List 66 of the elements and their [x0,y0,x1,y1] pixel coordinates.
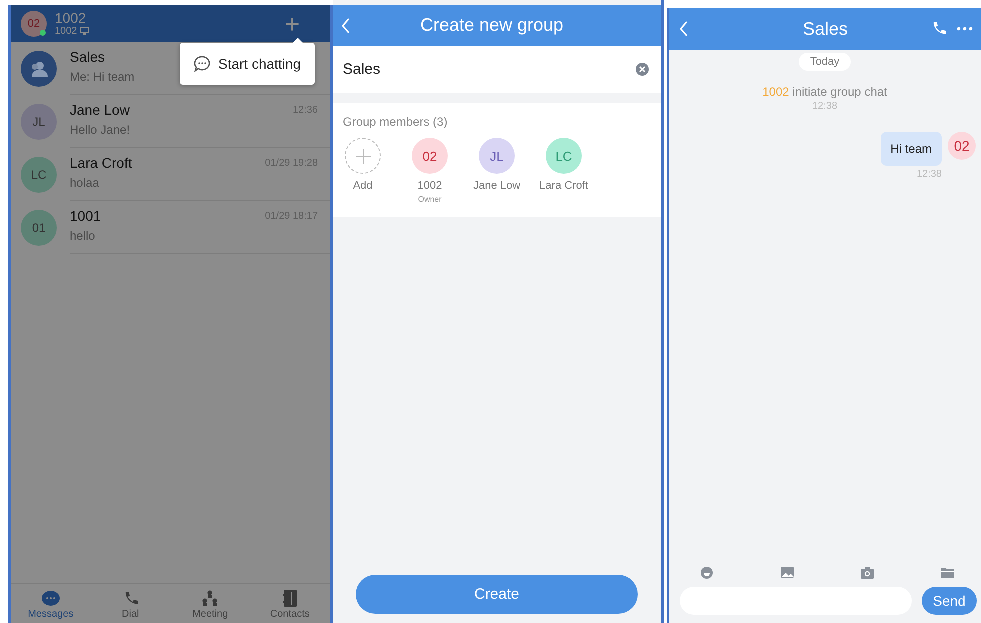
message-time: 12:38 [812,101,838,112]
member-name: Jane Low [473,180,521,192]
chevron-left-icon [341,18,351,34]
message-preview: holaa [70,176,100,190]
add-member-button[interactable] [345,138,381,174]
member-name: Add [353,180,373,192]
people-icon [30,60,48,76]
members-label: Group members (3) [343,115,449,129]
more-icon [957,27,973,31]
popup-label: Start chatting [218,56,301,72]
tab-button[interactable]: Meeting [170,584,250,623]
contact-name: Jane Low [70,102,130,118]
folder-button[interactable] [941,567,954,579]
member-role: Owner [418,195,442,204]
message-bubble: Hi team [880,132,942,166]
chat-bubble-icon [42,591,60,607]
avatar: JL [21,104,57,140]
message-preview: hello [70,229,96,243]
avatar: 02 [948,132,976,160]
avatar: 01 [21,210,57,246]
account-number: 1002 [55,26,78,36]
avatar: LC [546,138,582,174]
chat-title: Sales [802,18,850,40]
avatar: LC [21,156,57,192]
message-time: 12:38 [916,169,942,180]
more-button[interactable] [957,27,973,31]
message-preview: Hello Jane! [70,123,130,137]
avatar: JL [479,138,515,174]
address-book-icon [283,590,298,607]
monitor-icon [80,27,90,35]
emoji-button[interactable] [701,567,714,579]
user-name: 1002 [55,10,88,26]
camera-button[interactable] [861,567,874,579]
message-preview: Me: Hi team [70,70,135,84]
chevron-left-icon [679,21,689,37]
system-message: 1002 initiate group chat [762,85,888,99]
plus-icon [356,148,370,164]
clear-icon [636,63,649,76]
smiley-icon [701,567,714,579]
folder-icon [941,567,954,579]
member-name: 1002 [418,180,442,192]
back-button[interactable] [341,18,351,34]
camera-icon [861,567,874,579]
people-icon [201,590,220,607]
screen-title: Create new group [419,15,565,36]
back-button[interactable] [679,21,689,37]
avatar: 02 [412,138,448,174]
tab-button[interactable]: Messages [11,584,91,623]
clear-button[interactable] [636,63,649,76]
image-button[interactable] [781,567,794,579]
date-chip: Today [799,53,851,71]
phone-icon [932,22,947,36]
contact-name: 1001 [70,208,102,224]
add-button[interactable]: + [284,10,320,36]
create-button[interactable]: Create [356,575,638,614]
group-name-field[interactable]: Sales [333,46,661,93]
image-icon [781,567,794,579]
tab-button[interactable]: Dial [90,584,170,623]
tab-button[interactable]: Contacts [250,584,330,623]
contact-name: Lara Croft [70,155,132,171]
member-name: Lara Croft [540,180,588,192]
call-button[interactable] [932,22,947,36]
chat-bubble-icon [194,56,210,72]
contact-name: Sales [70,49,106,65]
send-button[interactable]: Send [922,587,977,615]
avatar: 02 [21,10,47,36]
